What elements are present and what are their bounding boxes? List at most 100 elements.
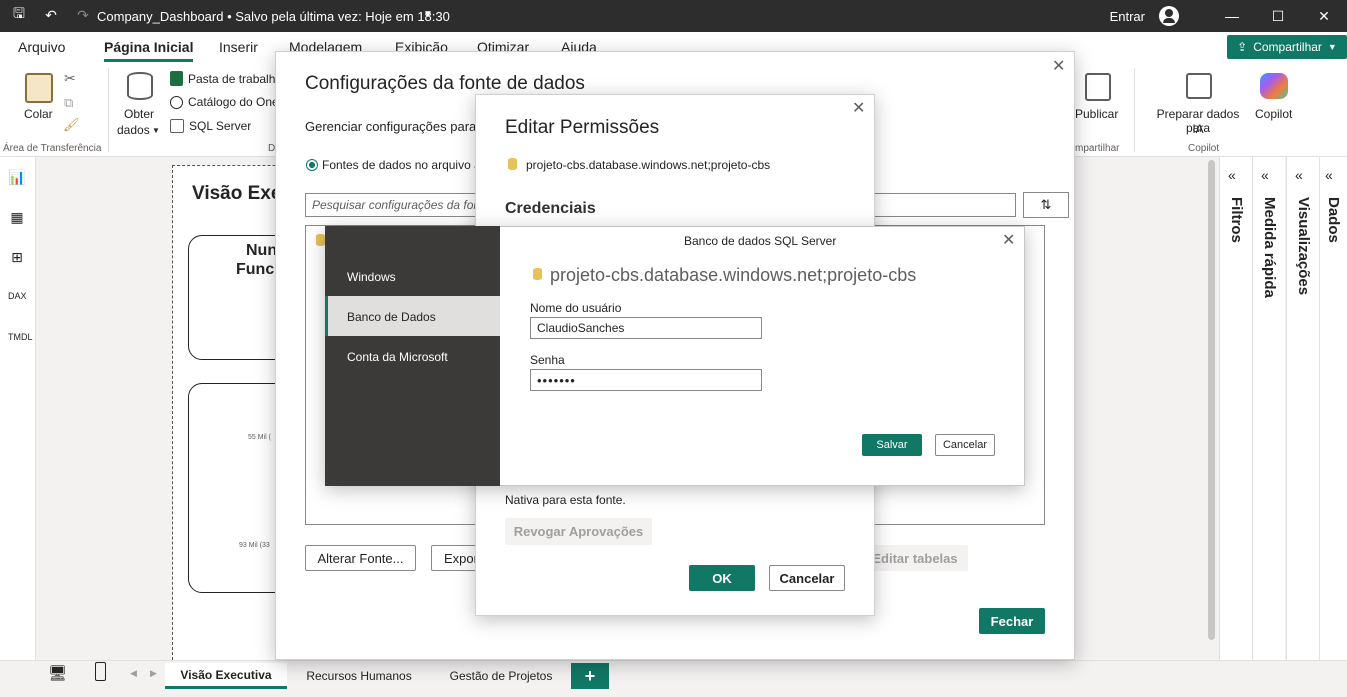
redo-icon[interactable]: ↷ [74, 6, 92, 24]
window-title: Company_Dashboard • Salvo pela última ve… [97, 9, 450, 24]
page-tab-visao-executiva[interactable]: Visão Executiva [165, 663, 287, 689]
share-button[interactable]: ⇪ Compartilhar ▼ [1227, 35, 1347, 59]
auth-tab-microsoft-account[interactable]: Conta da Microsoft [325, 336, 500, 376]
expand-chevron-icon[interactable]: « [1325, 167, 1333, 183]
title-dropdown-icon[interactable]: ▼ [423, 9, 433, 20]
data-pane[interactable]: « Dados [1319, 157, 1347, 660]
sort-az-icon: ⇅ [1040, 197, 1052, 212]
chevron-down-icon: ▼ [1327, 42, 1337, 52]
filters-pane[interactable]: « Filtros [1219, 157, 1252, 660]
copilot-button[interactable]: Copilot [1255, 107, 1292, 121]
page-tab-recursos-humanos[interactable]: Recursos Humanos [289, 663, 429, 689]
credentials-heading: Credenciais [505, 200, 596, 217]
next-page-icon[interactable]: ▶ [150, 668, 157, 679]
page-tab-gestao-projetos[interactable]: Gestão de Projetos [431, 663, 571, 689]
copilot-icon[interactable] [1260, 73, 1288, 99]
close-button[interactable]: Fechar [979, 608, 1045, 634]
paste-button[interactable]: Colar [24, 107, 53, 121]
tab-arquivo[interactable]: Arquivo [18, 39, 65, 55]
prev-page-icon[interactable]: ◀ [130, 668, 137, 679]
username-label: Nome do usuário [530, 301, 622, 315]
save-icon[interactable]: 🖫 [10, 5, 28, 24]
minimize-button[interactable]: — [1209, 0, 1255, 32]
database-icon[interactable] [127, 72, 153, 100]
prep-data-icon[interactable] [1186, 73, 1212, 99]
close-window-button[interactable]: ✕ [1301, 0, 1347, 32]
excel-workbook-button[interactable]: Pasta de trabalho [170, 71, 282, 86]
model-view-icon[interactable]: ⊞ [8, 249, 26, 265]
expand-chevron-icon[interactable]: « [1261, 167, 1269, 183]
share-group-label: mpartilhar [1075, 143, 1120, 154]
publish-button[interactable]: Publicar [1075, 107, 1118, 121]
close-icon[interactable]: ✕ [1002, 230, 1015, 250]
auth-tab-database[interactable]: Banco de Dados [325, 296, 500, 336]
prep-data-button-line2[interactable]: IA [1143, 122, 1253, 136]
ok-button[interactable]: OK [689, 565, 755, 591]
username-input[interactable]: ClaudioSanches [530, 317, 762, 339]
quick-measure-pane-label: Medida rápida [1261, 197, 1278, 298]
onelake-catalog-button[interactable]: Catálogo do One [170, 95, 279, 109]
data-pane-label: Dados [1325, 197, 1342, 243]
get-data-label-2[interactable]: dados [117, 123, 150, 137]
auth-tab-windows[interactable]: Windows [325, 256, 500, 296]
sign-in-button[interactable]: Entrar [1110, 9, 1145, 24]
tab-pagina-inicial[interactable]: Página Inicial [104, 39, 194, 62]
quick-measure-pane[interactable]: « Medida rápida [1252, 157, 1285, 660]
ribbon-separator [1134, 68, 1135, 152]
dax-query-view-icon[interactable]: DAX [8, 291, 27, 307]
expand-chevron-icon[interactable]: « [1295, 167, 1303, 183]
chevron-down-icon: ▼ [152, 126, 160, 135]
mobile-view-icon[interactable] [95, 662, 106, 681]
get-data-label[interactable]: Obter [124, 107, 154, 121]
dialog-title: Editar Permissões [505, 117, 660, 138]
close-icon[interactable]: ✕ [1052, 56, 1065, 76]
cancel-button[interactable]: Cancelar [935, 434, 995, 456]
tmdl-view-icon[interactable]: TMDL [8, 332, 33, 348]
chart-data-label: 55 Mil ( [248, 434, 271, 441]
sort-button[interactable]: ⇅ [1023, 192, 1069, 218]
dialog-subtitle: Gerenciar configurações para [305, 119, 477, 134]
cut-icon[interactable]: ✂ [64, 70, 76, 87]
visualizations-pane-label: Visualizações [1295, 197, 1312, 296]
ribbon-separator [108, 68, 109, 152]
report-view-icon[interactable]: 📊 [8, 169, 26, 185]
format-painter-icon[interactable]: 🖌 [63, 117, 80, 133]
copy-icon[interactable]: ⧉ [64, 95, 73, 111]
cancel-button[interactable]: Cancelar [769, 565, 845, 591]
tab-inserir[interactable]: Inserir [219, 39, 258, 55]
edit-tables-button: Editar tabelas [862, 545, 968, 571]
undo-icon[interactable]: ↶ [42, 6, 60, 24]
account-icon[interactable] [1159, 6, 1179, 26]
database-icon [533, 268, 542, 280]
radio-label[interactable]: Fontes de dados no arquivo a [322, 158, 481, 172]
list-item-db-icon [316, 234, 325, 246]
excel-icon [170, 71, 183, 86]
sql-server-icon [170, 119, 184, 133]
expand-chevron-icon[interactable]: « [1228, 167, 1236, 183]
canvas-scrollbar[interactable] [1208, 160, 1215, 640]
publish-icon[interactable] [1085, 73, 1111, 101]
password-input[interactable]: ••••••• [530, 369, 762, 391]
clipboard-group-label: Área de Transferência [3, 143, 102, 154]
credentials-header: Banco de dados SQL Server [684, 234, 837, 248]
desktop-view-icon[interactable]: 🖥 [48, 664, 67, 682]
save-button[interactable]: Salvar [862, 434, 922, 456]
add-page-button[interactable]: + [571, 663, 609, 689]
filters-pane-label: Filtros [1228, 197, 1245, 243]
table-view-icon[interactable]: ▦ [8, 209, 26, 225]
database-icon [508, 158, 517, 170]
change-source-button[interactable]: Alterar Fonte... [305, 545, 416, 571]
sql-server-button[interactable]: SQL Server [170, 119, 251, 133]
copilot-group-label: Copilot [1188, 143, 1220, 154]
export-button[interactable]: Expor [431, 545, 479, 571]
visualizations-pane[interactable]: « Visualizações [1286, 157, 1319, 660]
paste-icon[interactable] [25, 73, 53, 103]
quick-access-toolbar: 🖫 ↶ ↷ [10, 5, 92, 24]
catalog-icon [170, 95, 183, 109]
dialog-title: Configurações da fonte de dados [305, 73, 585, 94]
radio-selected-icon[interactable] [306, 159, 318, 171]
maximize-button[interactable]: ☐ [1255, 0, 1301, 32]
password-label: Senha [530, 353, 565, 367]
close-icon[interactable]: ✕ [852, 98, 865, 118]
native-text: Nativa para esta fonte. [505, 493, 626, 507]
